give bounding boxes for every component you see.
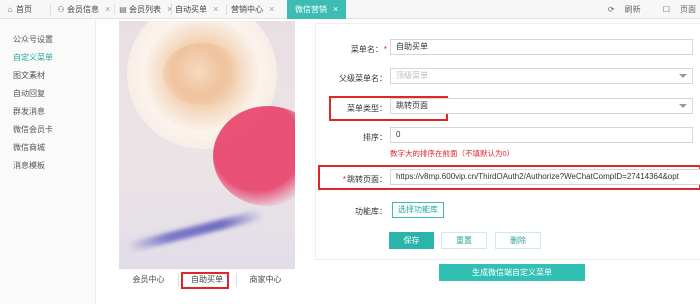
menu-type-select[interactable]: 跳转页面 — [390, 98, 693, 114]
feature-library-label: 功能库： — [355, 207, 387, 216]
tab-member-list[interactable]: ▤ 会员列表 × — [119, 0, 172, 19]
tab-label: 首页 — [16, 5, 32, 14]
chevron-down-icon — [679, 104, 687, 108]
preview-menu-item-member-center[interactable]: 会员中心 — [119, 269, 178, 291]
list-icon: ▤ — [119, 5, 127, 14]
sidebar-item-wechat-mall[interactable]: 微信商城 — [0, 140, 96, 156]
page-button[interactable]: ☐ 页面 — [653, 5, 696, 14]
sidebar-item-custom-menu[interactable]: 自定义菜单 — [0, 50, 96, 66]
tab-wechat-marketing[interactable]: 微信营销 × — [287, 0, 347, 19]
menu-name-label: 菜单名：* — [350, 45, 387, 54]
sidebar-item-news-material[interactable]: 图文素材 — [0, 68, 96, 84]
sidebar-item-mass-message[interactable]: 群发消息 — [0, 104, 96, 120]
sidebar-item-member-card[interactable]: 微信会员卡 — [0, 122, 96, 138]
sidebar: 公众号设置 自定义菜单 图文素材 自动回复 群发消息 微信会员卡 微信商城 消息… — [0, 20, 96, 304]
menu-name-input[interactable]: 自助买单 — [390, 39, 693, 55]
tab-member-info[interactable]: ⚇ 会员信息 × — [57, 0, 110, 19]
tab-home[interactable]: ⌂ 首页 — [6, 0, 32, 19]
refresh-button[interactable]: ⟳ 刷新 — [598, 5, 641, 14]
preview-menu-bar: 会员中心 自助买单 商家中心 — [119, 268, 295, 290]
tab-actions: ⟳ 刷新 ☐ 页面 — [588, 0, 696, 19]
close-icon[interactable]: × — [333, 0, 338, 19]
menu-type-label: 菜单类型： — [347, 104, 387, 113]
chevron-down-icon — [679, 74, 687, 78]
save-button[interactable]: 保存 — [389, 232, 434, 249]
close-icon[interactable]: × — [105, 0, 110, 19]
close-icon[interactable]: × — [213, 0, 218, 19]
tab-label: 自动买单 — [175, 5, 207, 14]
tab-self-checkout[interactable]: 自动买单 × — [175, 0, 218, 19]
tab-label: 营销中心 — [231, 5, 263, 14]
home-icon: ⌂ — [7, 5, 13, 14]
tab-bar: ⌂ 首页 ⚇ 会员信息 × ▤ 会员列表 × 自动买单 × 营销中心 × 微信营销 × ⟳ 刷新 … — [0, 0, 700, 19]
preview-menu-item-merchant-center[interactable]: 商家中心 — [236, 269, 295, 291]
sidebar-item-account-settings[interactable]: 公众号设置 — [0, 32, 96, 48]
menu-edit-form: 菜单名：* 自助买单 父级菜单名： 顶级菜单 菜单类型： 跳转页面 排序： 0 … — [315, 23, 700, 260]
page-icon: ☐ — [662, 5, 670, 14]
parent-menu-select: 顶级菜单 — [390, 68, 693, 84]
sort-input[interactable]: 0 — [390, 127, 693, 143]
reset-button[interactable]: 重置 — [441, 232, 487, 249]
sort-hint: 数字大的排序在前面（不填默认为0） — [390, 149, 515, 158]
tab-label: 微信营销 — [295, 5, 327, 14]
delete-button[interactable]: 删除 — [495, 232, 541, 249]
phone-preview-image — [119, 21, 295, 268]
tab-label: 会员列表 — [129, 5, 161, 14]
refresh-icon: ⟳ — [607, 5, 615, 14]
tab-label: 会员信息 — [67, 5, 99, 14]
user-icon: ⚇ — [57, 5, 65, 14]
sort-label: 排序： — [363, 133, 387, 142]
sidebar-item-auto-reply[interactable]: 自动回复 — [0, 86, 96, 102]
close-icon[interactable]: × — [269, 0, 274, 19]
parent-menu-label: 父级菜单名： — [339, 74, 387, 83]
highlight-box — [181, 272, 229, 289]
jump-url-label: *跳转页面： — [342, 175, 387, 184]
select-feature-button[interactable]: 选择功能库 — [392, 202, 444, 218]
generate-wechat-menu-button[interactable]: 生成微信端自定义菜单 — [439, 264, 585, 281]
tab-marketing-center[interactable]: 营销中心 × — [231, 0, 274, 19]
jump-url-input[interactable]: https://v8mp.600vip.cn/ThirdOAuth2/Autho… — [390, 169, 700, 185]
sidebar-item-message-template[interactable]: 消息模板 — [0, 158, 96, 174]
